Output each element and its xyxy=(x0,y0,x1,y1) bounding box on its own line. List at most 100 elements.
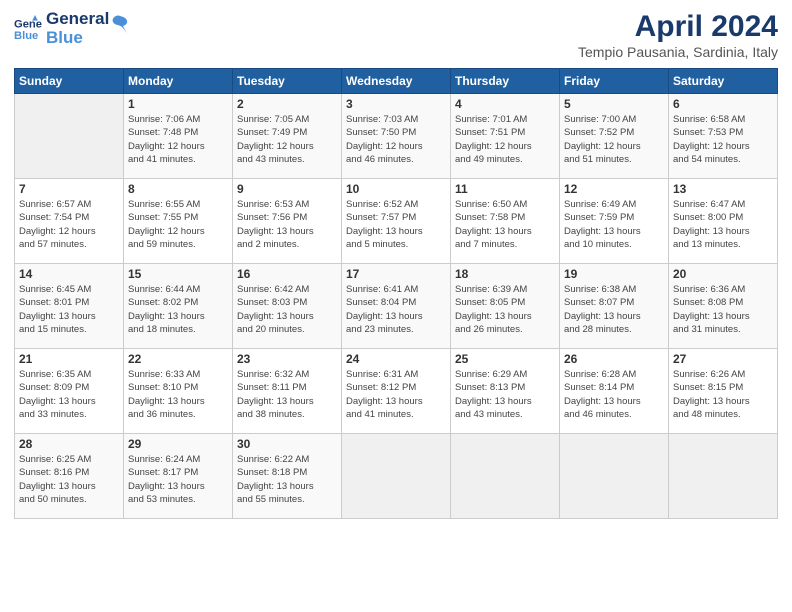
calendar-cell xyxy=(560,434,669,519)
weekday-header-row: SundayMondayTuesdayWednesdayThursdayFrid… xyxy=(15,69,778,94)
day-number: 27 xyxy=(673,352,773,366)
day-info: Sunrise: 6:24 AM Sunset: 8:17 PM Dayligh… xyxy=(128,453,228,506)
day-number: 9 xyxy=(237,182,337,196)
day-number: 12 xyxy=(564,182,664,196)
day-number: 30 xyxy=(237,437,337,451)
weekday-monday: Monday xyxy=(124,69,233,94)
day-info: Sunrise: 6:41 AM Sunset: 8:04 PM Dayligh… xyxy=(346,283,446,336)
svg-text:Blue: Blue xyxy=(14,29,38,41)
calendar-cell: 9 Sunrise: 6:53 AM Sunset: 7:56 PM Daylig… xyxy=(233,179,342,264)
day-number: 8 xyxy=(128,182,228,196)
calendar-cell: 7 Sunrise: 6:57 AM Sunset: 7:54 PM Daylig… xyxy=(15,179,124,264)
day-info: Sunrise: 6:53 AM Sunset: 7:56 PM Dayligh… xyxy=(237,198,337,251)
logo-bird-icon xyxy=(111,14,129,36)
calendar-cell: 24 Sunrise: 6:31 AM Sunset: 8:12 PM Dayli… xyxy=(342,349,451,434)
calendar-cell: 28Sunrise: 6:25 AM Sunset: 8:16 PM Dayli… xyxy=(15,434,124,519)
calendar-cell: 15Sunrise: 6:44 AM Sunset: 8:02 PM Dayli… xyxy=(124,264,233,349)
day-number: 10 xyxy=(346,182,446,196)
day-number: 17 xyxy=(346,267,446,281)
calendar-cell: 3 Sunrise: 7:03 AM Sunset: 7:50 PM Daylig… xyxy=(342,94,451,179)
calendar-cell: 29 Sunrise: 6:24 AM Sunset: 8:17 PM Dayli… xyxy=(124,434,233,519)
calendar-week-5: 28Sunrise: 6:25 AM Sunset: 8:16 PM Dayli… xyxy=(15,434,778,519)
logo-line1: General xyxy=(46,10,109,29)
day-number: 19 xyxy=(564,267,664,281)
calendar-cell: 30 Sunrise: 6:22 AM Sunset: 8:18 PM Dayli… xyxy=(233,434,342,519)
day-number: 20 xyxy=(673,267,773,281)
calendar-cell xyxy=(451,434,560,519)
calendar-cell: 25 Sunrise: 6:29 AM Sunset: 8:13 PM Dayli… xyxy=(451,349,560,434)
calendar-cell: 12 Sunrise: 6:49 AM Sunset: 7:59 PM Dayli… xyxy=(560,179,669,264)
day-info: Sunrise: 6:47 AM Sunset: 8:00 PM Dayligh… xyxy=(673,198,773,251)
day-info: Sunrise: 6:31 AM Sunset: 8:12 PM Dayligh… xyxy=(346,368,446,421)
day-number: 25 xyxy=(455,352,555,366)
calendar-cell: 4 Sunrise: 7:01 AM Sunset: 7:51 PM Daylig… xyxy=(451,94,560,179)
calendar-cell: 11Sunrise: 6:50 AM Sunset: 7:58 PM Dayli… xyxy=(451,179,560,264)
day-info: Sunrise: 7:06 AM Sunset: 7:48 PM Dayligh… xyxy=(128,113,228,166)
calendar-cell: 19 Sunrise: 6:38 AM Sunset: 8:07 PM Dayli… xyxy=(560,264,669,349)
calendar-cell: 13Sunrise: 6:47 AM Sunset: 8:00 PM Dayli… xyxy=(669,179,778,264)
day-number: 15 xyxy=(128,267,228,281)
page-header: General Blue General Blue April 2024 Tem… xyxy=(14,10,778,60)
calendar-week-4: 21Sunrise: 6:35 AM Sunset: 8:09 PM Dayli… xyxy=(15,349,778,434)
calendar-cell: 23Sunrise: 6:32 AM Sunset: 8:11 PM Dayli… xyxy=(233,349,342,434)
calendar-cell: 21Sunrise: 6:35 AM Sunset: 8:09 PM Dayli… xyxy=(15,349,124,434)
weekday-friday: Friday xyxy=(560,69,669,94)
day-info: Sunrise: 6:39 AM Sunset: 8:05 PM Dayligh… xyxy=(455,283,555,336)
day-number: 7 xyxy=(19,182,119,196)
weekday-wednesday: Wednesday xyxy=(342,69,451,94)
calendar-cell: 6 Sunrise: 6:58 AM Sunset: 7:53 PM Daylig… xyxy=(669,94,778,179)
month-title: April 2024 xyxy=(578,10,778,44)
calendar-cell: 18 Sunrise: 6:39 AM Sunset: 8:05 PM Dayli… xyxy=(451,264,560,349)
day-info: Sunrise: 6:26 AM Sunset: 8:15 PM Dayligh… xyxy=(673,368,773,421)
logo: General Blue General Blue xyxy=(14,10,129,47)
weekday-saturday: Saturday xyxy=(669,69,778,94)
day-info: Sunrise: 6:58 AM Sunset: 7:53 PM Dayligh… xyxy=(673,113,773,166)
calendar-table: SundayMondayTuesdayWednesdayThursdayFrid… xyxy=(14,68,778,519)
calendar-cell xyxy=(342,434,451,519)
calendar-week-3: 14Sunrise: 6:45 AM Sunset: 8:01 PM Dayli… xyxy=(15,264,778,349)
calendar-cell: 16 Sunrise: 6:42 AM Sunset: 8:03 PM Dayli… xyxy=(233,264,342,349)
day-info: Sunrise: 6:32 AM Sunset: 8:11 PM Dayligh… xyxy=(237,368,337,421)
day-number: 5 xyxy=(564,97,664,111)
title-block: April 2024 Tempio Pausania, Sardinia, It… xyxy=(578,10,778,60)
day-number: 28 xyxy=(19,437,119,451)
day-info: Sunrise: 7:05 AM Sunset: 7:49 PM Dayligh… xyxy=(237,113,337,166)
day-number: 26 xyxy=(564,352,664,366)
day-info: Sunrise: 7:01 AM Sunset: 7:51 PM Dayligh… xyxy=(455,113,555,166)
calendar-cell xyxy=(669,434,778,519)
day-info: Sunrise: 6:50 AM Sunset: 7:58 PM Dayligh… xyxy=(455,198,555,251)
day-number: 24 xyxy=(346,352,446,366)
day-info: Sunrise: 6:35 AM Sunset: 8:09 PM Dayligh… xyxy=(19,368,119,421)
calendar-cell: 1Sunrise: 7:06 AM Sunset: 7:48 PM Daylig… xyxy=(124,94,233,179)
calendar-cell: 22 Sunrise: 6:33 AM Sunset: 8:10 PM Dayli… xyxy=(124,349,233,434)
day-info: Sunrise: 6:38 AM Sunset: 8:07 PM Dayligh… xyxy=(564,283,664,336)
calendar-week-2: 7 Sunrise: 6:57 AM Sunset: 7:54 PM Daylig… xyxy=(15,179,778,264)
day-info: Sunrise: 6:57 AM Sunset: 7:54 PM Dayligh… xyxy=(19,198,119,251)
day-number: 4 xyxy=(455,97,555,111)
calendar-cell: 17 Sunrise: 6:41 AM Sunset: 8:04 PM Dayli… xyxy=(342,264,451,349)
day-info: Sunrise: 6:28 AM Sunset: 8:14 PM Dayligh… xyxy=(564,368,664,421)
day-number: 6 xyxy=(673,97,773,111)
calendar-cell: 2Sunrise: 7:05 AM Sunset: 7:49 PM Daylig… xyxy=(233,94,342,179)
calendar-cell xyxy=(15,94,124,179)
weekday-sunday: Sunday xyxy=(15,69,124,94)
calendar-cell: 5 Sunrise: 7:00 AM Sunset: 7:52 PM Daylig… xyxy=(560,94,669,179)
day-info: Sunrise: 6:55 AM Sunset: 7:55 PM Dayligh… xyxy=(128,198,228,251)
day-number: 16 xyxy=(237,267,337,281)
calendar-week-1: 1Sunrise: 7:06 AM Sunset: 7:48 PM Daylig… xyxy=(15,94,778,179)
day-number: 18 xyxy=(455,267,555,281)
logo-icon: General Blue xyxy=(14,15,42,43)
location-subtitle: Tempio Pausania, Sardinia, Italy xyxy=(578,44,778,60)
day-number: 29 xyxy=(128,437,228,451)
day-number: 3 xyxy=(346,97,446,111)
day-info: Sunrise: 6:29 AM Sunset: 8:13 PM Dayligh… xyxy=(455,368,555,421)
calendar-cell: 14Sunrise: 6:45 AM Sunset: 8:01 PM Dayli… xyxy=(15,264,124,349)
day-info: Sunrise: 7:03 AM Sunset: 7:50 PM Dayligh… xyxy=(346,113,446,166)
day-info: Sunrise: 7:00 AM Sunset: 7:52 PM Dayligh… xyxy=(564,113,664,166)
day-info: Sunrise: 6:49 AM Sunset: 7:59 PM Dayligh… xyxy=(564,198,664,251)
day-info: Sunrise: 6:36 AM Sunset: 8:08 PM Dayligh… xyxy=(673,283,773,336)
day-info: Sunrise: 6:22 AM Sunset: 8:18 PM Dayligh… xyxy=(237,453,337,506)
day-info: Sunrise: 6:42 AM Sunset: 8:03 PM Dayligh… xyxy=(237,283,337,336)
day-info: Sunrise: 6:33 AM Sunset: 8:10 PM Dayligh… xyxy=(128,368,228,421)
day-number: 22 xyxy=(128,352,228,366)
